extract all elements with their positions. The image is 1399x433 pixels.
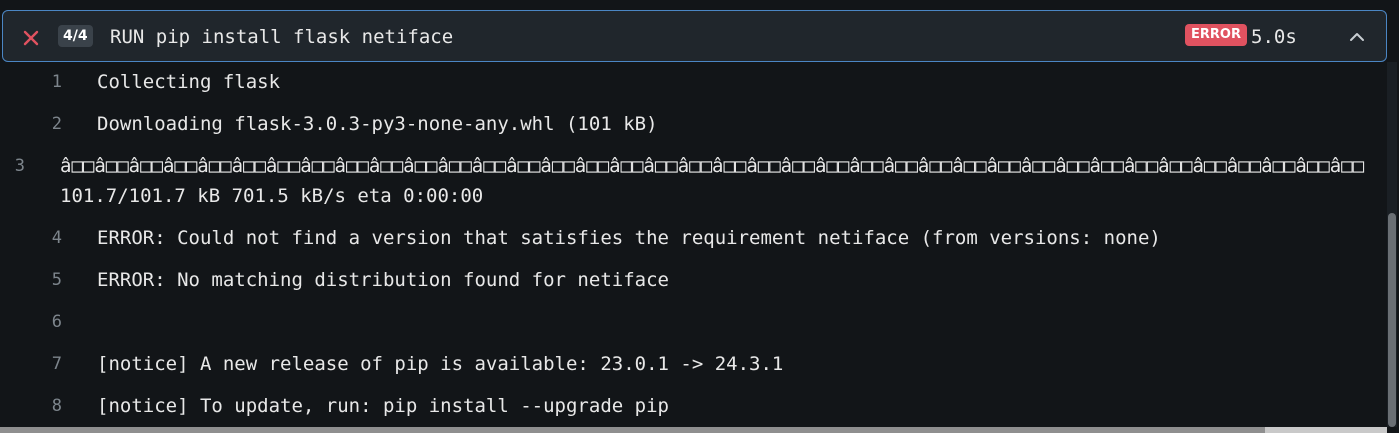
line-number: 7 — [51, 354, 62, 374]
vertical-scrollbar-thumb[interactable] — [1388, 213, 1396, 427]
line-number: 5 — [51, 270, 62, 290]
line-text: ERROR: Could not find a version that sat… — [97, 227, 1161, 249]
line-text: [notice] A new release of pip is availab… — [97, 353, 784, 375]
line-text: [notice] To update, run: pip install --u… — [97, 395, 669, 417]
line-number: 4 — [51, 228, 62, 248]
line-text: Downloading flask-3.0.3-py3-none-any.whl… — [97, 113, 658, 135]
chevron-up-icon[interactable] — [1343, 23, 1371, 51]
close-x-icon — [23, 30, 39, 46]
line-number: 6 — [51, 312, 62, 332]
line-text: Collecting flask — [97, 71, 281, 93]
log-line: 3 â□□â□□â□□â□□â□□â□□â□□â□□â□□â□□â□□â□□â□… — [0, 153, 1385, 209]
status-badge: ERROR — [1185, 24, 1247, 46]
line-text: â□□â□□â□□â□□â□□â□□â□□â□□â□□â□□â□□â□□â□□â… — [60, 155, 1365, 177]
line-text-continued: 101.7/101.7 kB 701.5 kB/s eta 0:00:00 — [60, 185, 484, 207]
line-number: 3 — [14, 156, 25, 176]
step-title: RUN pip install flask netiface — [110, 26, 454, 48]
step-duration: 5.0s — [1251, 26, 1297, 48]
log-output: 1 Collecting flask 2 Downloading flask-3… — [0, 62, 1385, 427]
step-header[interactable]: 4/4 RUN pip install flask netiface ERROR… — [2, 10, 1387, 62]
horizontal-scrollbar-thumb[interactable] — [0, 427, 1265, 433]
build-step-panel: 4/4 RUN pip install flask netiface ERROR… — [0, 0, 1399, 433]
step-count-badge: 4/4 — [58, 25, 93, 47]
line-number: 2 — [51, 114, 62, 134]
line-number: 8 — [51, 396, 62, 416]
line-number: 1 — [51, 72, 62, 92]
line-text: ERROR: No matching distribution found fo… — [97, 269, 669, 291]
